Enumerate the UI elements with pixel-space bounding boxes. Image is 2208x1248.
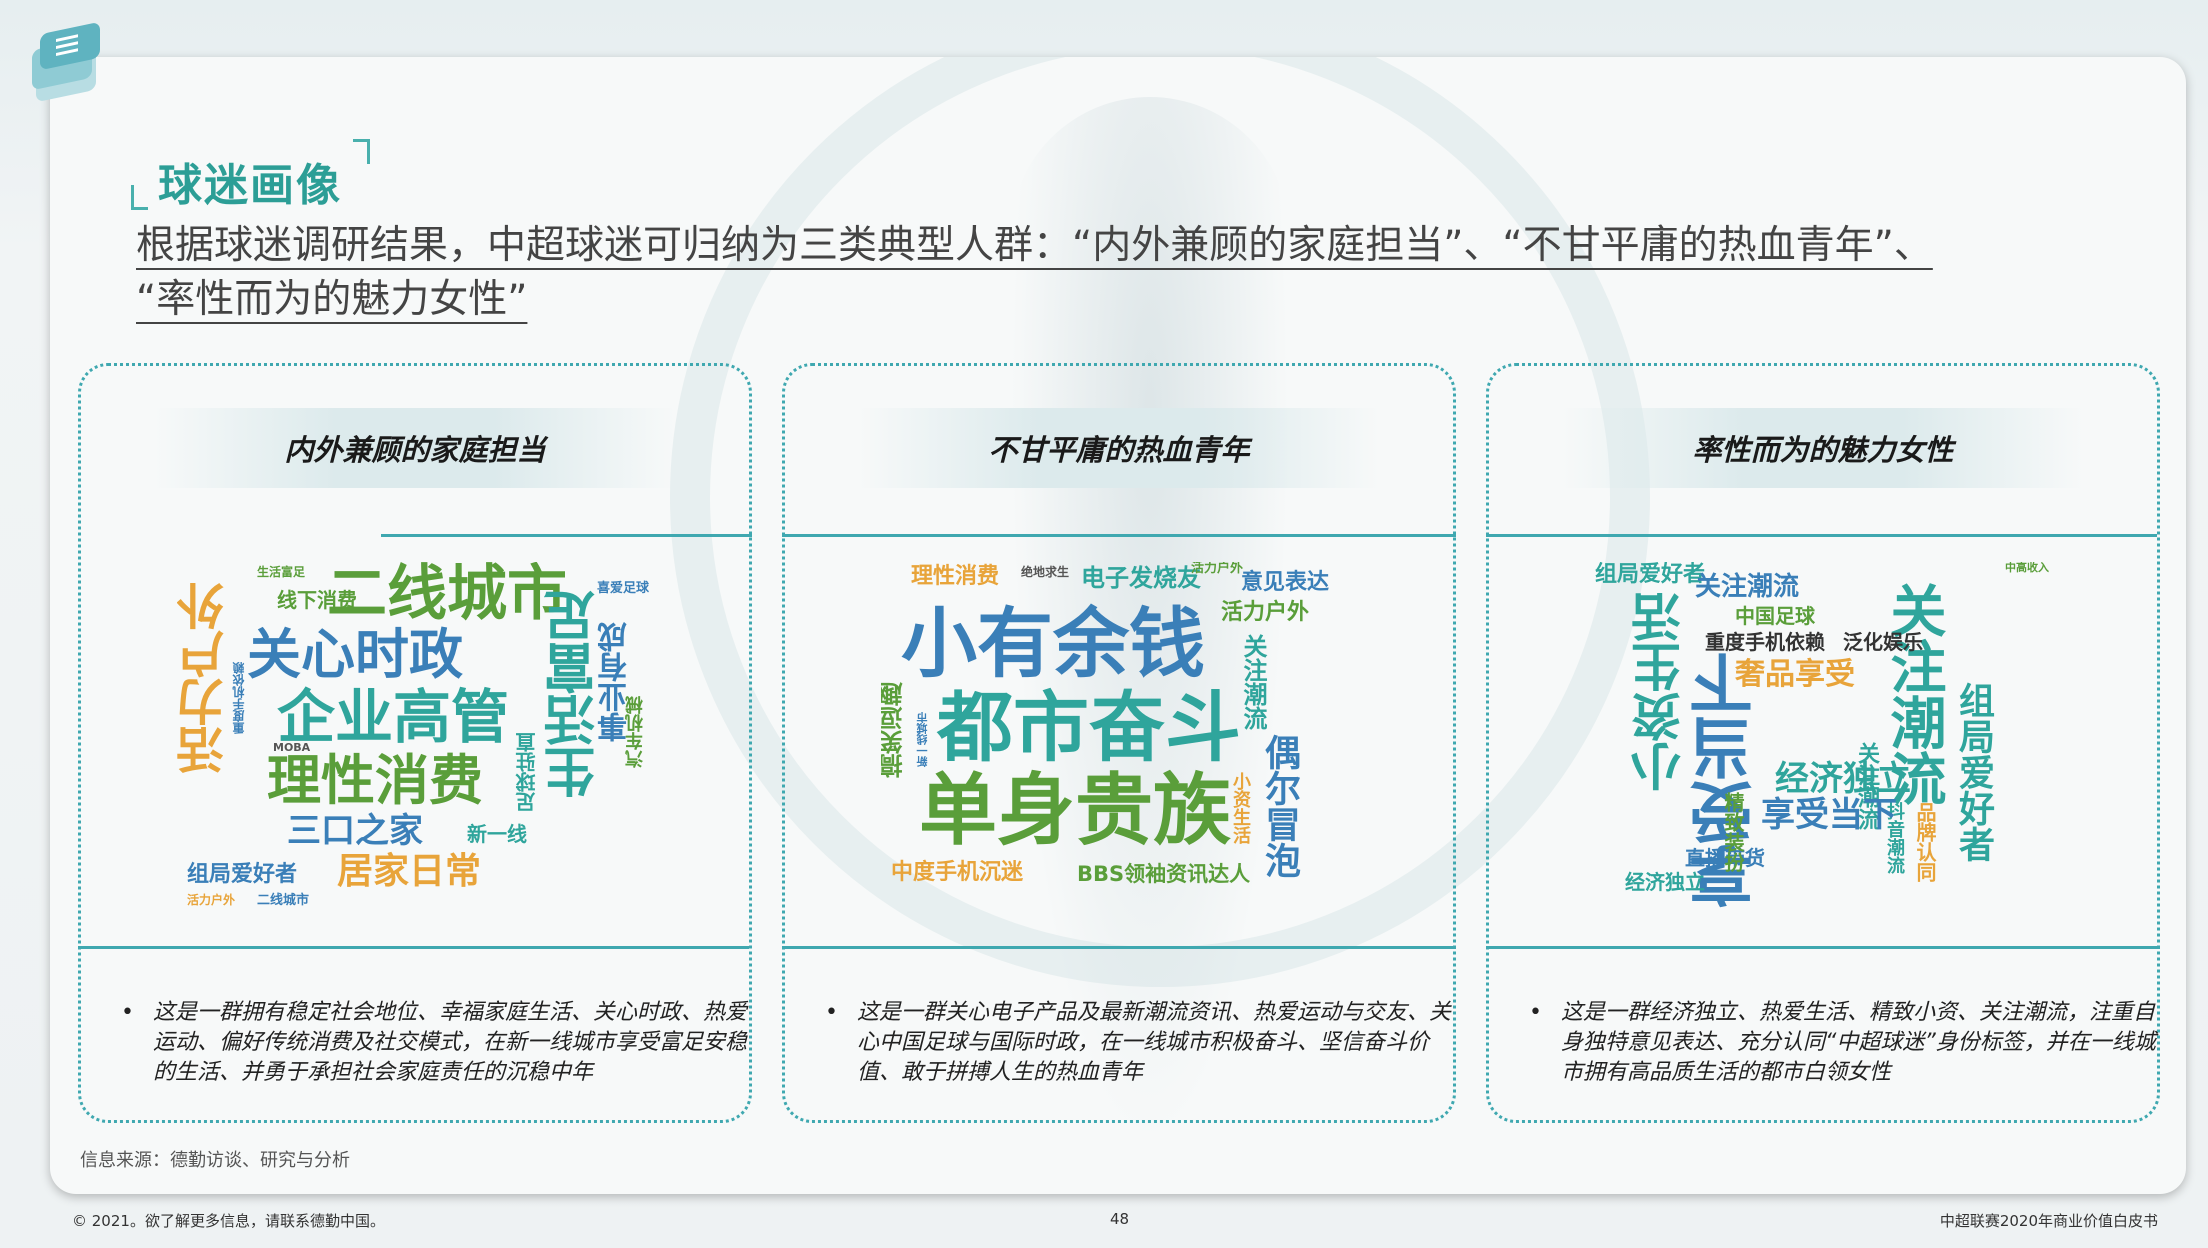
word: 经济独立: [1775, 759, 1911, 799]
word: 意见表达: [1241, 570, 1330, 595]
word: 中度手机沉迷: [891, 860, 1024, 885]
word: 品牌认同: [1913, 802, 1937, 882]
word: 电子发烧友: [1081, 564, 1201, 592]
word: 三口之家: [287, 811, 423, 851]
word-cloud: 享受当下 关注潮流 小资生活 经济独立 组局爱好者 奢品享受 中国足球 重度手机…: [1585, 562, 2065, 912]
word: MOBA: [273, 741, 311, 754]
word: 生活富足: [545, 590, 605, 798]
word: 活力户外: [1191, 562, 1244, 576]
word: 新一线城市: [916, 712, 929, 767]
word: 中高收入: [2005, 562, 2049, 574]
content-card: 球迷画像 根据球迷调研结果，中超球迷可归纳为三类典型人群：“内外兼顾的家庭担当”…: [50, 57, 2186, 1194]
word: 重度手机依赖: [1705, 630, 1825, 654]
word: 组局爱好者: [1953, 682, 1994, 862]
persona-panel-family: 内外兼顾的家庭担当 二线城市 关心时政 企业高管 理性消费 活力户外 生活富足 …: [78, 363, 752, 1123]
word: 理性消费: [911, 564, 1000, 589]
word: 关心时政: [247, 623, 463, 686]
page-subtitle: 根据球迷调研结果，中超球迷可归纳为三类典型人群：“内外兼顾的家庭担当”、“不甘平…: [136, 223, 1933, 322]
word: 企业高管: [277, 683, 510, 751]
word: 理性消费: [267, 749, 483, 812]
word: 线下消费: [277, 588, 357, 612]
word: 都市奋斗: [937, 683, 1241, 772]
word: 小资生活: [1230, 772, 1251, 844]
word: 小资生活: [1631, 592, 1689, 792]
word: 偶尔冒泡: [1259, 734, 1300, 878]
source-note: 信息来源：德勤访谈、研究与分析: [80, 1150, 350, 1171]
word: 精致装扮: [1721, 792, 1745, 872]
word: 单身贵族: [919, 766, 1232, 856]
layers-icon: [26, 21, 106, 103]
page: 球迷画像 根据球迷调研结果，中超球迷可归纳为三类典型人群：“内外兼顾的家庭担当”…: [0, 0, 2208, 1248]
persona-panel-youth: 不甘平庸的热血青年 小有余钱 都市奋斗 单身贵族 偶尔冒泡 理性消费 电子发烧友…: [782, 363, 1456, 1123]
word-cloud: 小有余钱 都市奋斗 单身贵族 偶尔冒泡 理性消费 电子发烧友 意见表达 活力户外…: [881, 562, 1361, 912]
word-cloud: 二线城市 关心时政 企业高管 理性消费 活力户外 生活富足 事业有成 三口之家 …: [177, 562, 657, 912]
word: 活力户外: [187, 893, 236, 907]
word: 组局爱好者: [1595, 562, 1706, 587]
word: 小有余钱: [901, 599, 1205, 688]
word: 活力户外: [177, 582, 233, 774]
word: 活力户外: [1221, 600, 1310, 625]
word: 关注潮流: [1239, 634, 1267, 730]
word: 享受当下: [1761, 795, 1897, 835]
word: 喜爱足球: [597, 581, 650, 596]
word: 经济独立: [1625, 870, 1705, 894]
panel-description: • 这是一群经济独立、热爱生活、精致小资、关注潮流，注重自身独特意见表达、充分认…: [1529, 1000, 2156, 1085]
section-title: 球迷画像: [158, 160, 342, 211]
panel-description: • 这是一群关心电子产品及最新潮流资讯、热爱运动与交友、关心中国足球与国际时政，…: [825, 1000, 1452, 1085]
word: 二线城市: [327, 562, 567, 629]
word: 重度手机依赖: [232, 662, 246, 734]
word: 生活富足: [257, 565, 306, 579]
panel-title: 内外兼顾的家庭担当: [155, 408, 675, 488]
footer-report-title: 中超联赛2020年商业价值白皮书: [1939, 1212, 2158, 1230]
word: 绝地求生: [1021, 565, 1070, 579]
word: BBS领袖资讯达人: [1077, 862, 1251, 886]
panel-title: 率性而为的魅力女性: [1563, 408, 2083, 488]
word: 搞笑逗趣: [881, 682, 907, 778]
word: 关注潮流: [1695, 572, 1800, 602]
word: 二线城市: [257, 893, 310, 908]
footer-copyright: © 2021。欲了解更多信息，请联系德勤中国。: [72, 1212, 385, 1230]
word: 足球驻直: [515, 732, 539, 812]
panel-title: 不甘平庸的热血青年: [859, 408, 1379, 488]
panel-description: • 这是一群拥有稳定社会地位、幸福家庭生活、关心时政、热爱运动、偏好传统消费及社…: [121, 1000, 748, 1085]
word: 汽车机械: [625, 696, 646, 768]
word: 中国足球: [1735, 604, 1815, 628]
page-number: 48: [1110, 1210, 1130, 1228]
word: 新一线: [467, 822, 527, 846]
word: 奢品享受: [1735, 657, 1855, 692]
word: 组局爱好者: [187, 862, 298, 887]
persona-panel-women: 率性而为的魅力女性 享受当下 关注潮流 小资生活 经济独立 组局爱好者 奢品享受…: [1486, 363, 2160, 1123]
word: 居家日常: [337, 851, 482, 892]
word: 泛化娱乐: [1843, 630, 1923, 654]
